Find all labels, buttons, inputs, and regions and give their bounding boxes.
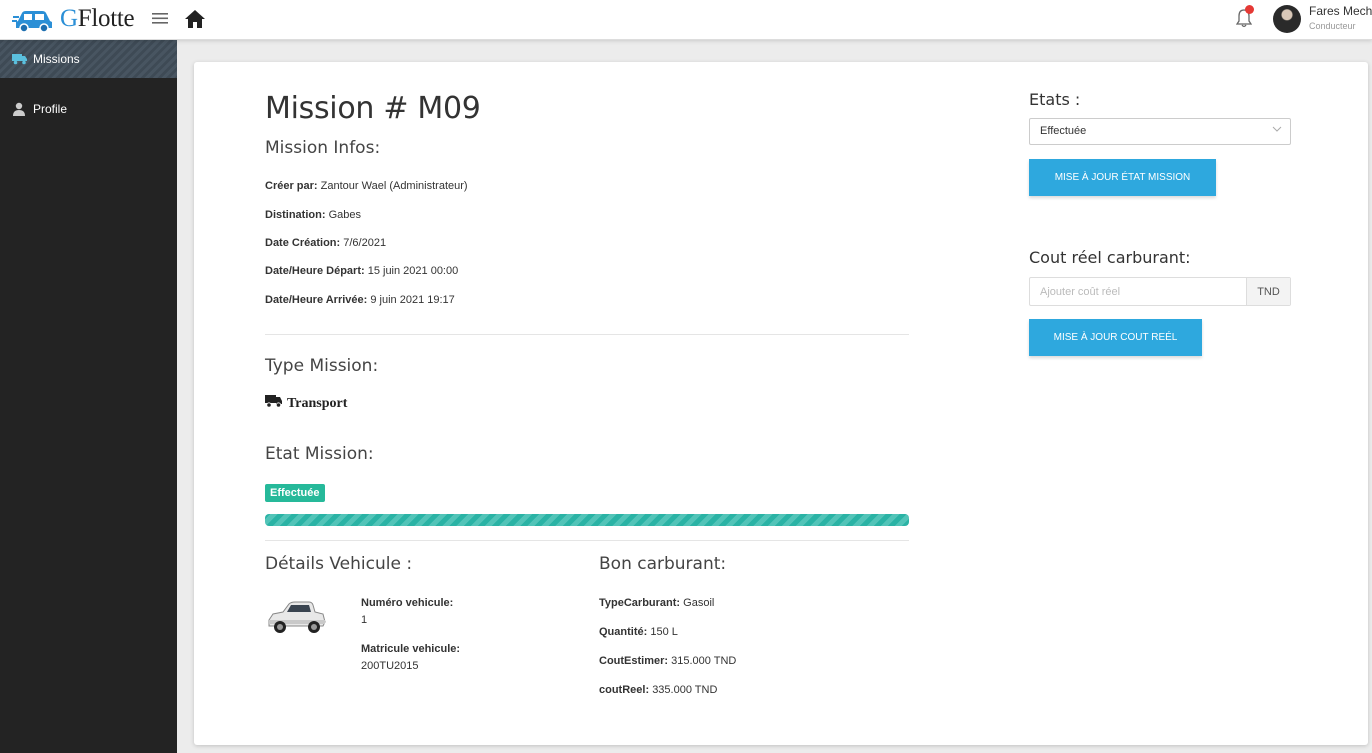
fuel-quantity-line: Quantité: 150 L bbox=[599, 626, 678, 638]
sidebar-item-profile[interactable]: Profile bbox=[0, 90, 177, 128]
mission-card: Mission # M09 Mission Infos: Créer par: … bbox=[194, 62, 1368, 745]
destination-line: Distination: Gabes bbox=[265, 209, 361, 221]
vehicle-plate: Matricule vehicule: 200TU2015 bbox=[361, 643, 461, 672]
menu-toggle-icon[interactable] bbox=[152, 10, 168, 31]
fuel-type-line: TypeCarburant: Gasoil bbox=[599, 597, 715, 609]
truck-icon bbox=[265, 394, 283, 413]
vehicle-image bbox=[265, 594, 327, 643]
update-cout-button[interactable]: Mise à jour cout reél bbox=[1029, 319, 1202, 356]
avatar[interactable] bbox=[1273, 5, 1301, 33]
vehicule-heading: Détails Vehicule : bbox=[265, 554, 413, 574]
real-cost-line: coutReel: 335.000 TND bbox=[599, 684, 718, 696]
sidebar-item-missions[interactable]: Missions bbox=[0, 40, 177, 78]
divider bbox=[265, 540, 909, 541]
type-mission-value: Transport bbox=[265, 394, 347, 413]
estimated-cost-line: CoutEstimer: 315.000 TND bbox=[599, 655, 737, 667]
brand-name: GFlotte bbox=[60, 5, 135, 32]
sidebar-item-label: Missions bbox=[33, 52, 80, 66]
etat-mission-heading: Etat Mission: bbox=[265, 444, 374, 464]
user-role: Conducteur bbox=[1309, 21, 1356, 31]
sidebar-item-label: Profile bbox=[33, 102, 68, 116]
status-badge: Effectuée bbox=[265, 484, 325, 502]
type-mission-heading: Type Mission: bbox=[265, 356, 379, 376]
cout-reel-input[interactable] bbox=[1030, 278, 1246, 305]
notification-dot bbox=[1245, 5, 1254, 14]
etats-heading: Etats : bbox=[1029, 90, 1081, 109]
currency-addon: TND bbox=[1246, 278, 1290, 305]
brand-logo[interactable]: GFlotte bbox=[12, 5, 135, 33]
user-name: Fares Mechri bbox=[1309, 4, 1372, 18]
divider bbox=[265, 334, 909, 335]
home-icon[interactable] bbox=[184, 9, 206, 34]
top-navbar: GFlotte Fares Mechri Conducteur bbox=[0, 0, 1372, 40]
truck-icon bbox=[12, 53, 29, 65]
page-title: Mission # M09 bbox=[265, 91, 481, 126]
notification-bell-icon[interactable] bbox=[1235, 5, 1254, 33]
date-depart-line: Date/Heure Départ: 15 juin 2021 00:00 bbox=[265, 265, 459, 277]
etat-select[interactable]: Effectuée bbox=[1029, 118, 1291, 145]
date-creation-line: Date Création: 7/6/2021 bbox=[265, 237, 387, 249]
user-menu[interactable]: Fares Mechri Conducteur bbox=[1309, 4, 1372, 31]
update-etat-button[interactable]: Mise à jour état mission bbox=[1029, 159, 1216, 196]
created-by-line: Créer par: Zantour Wael (Administrateur) bbox=[265, 180, 468, 192]
vehicle-number: Numéro vehicule: 1 bbox=[361, 597, 454, 626]
cout-reel-input-group: TND bbox=[1029, 277, 1291, 306]
car-logo-icon bbox=[12, 5, 56, 33]
bon-carburant-heading: Bon carburant: bbox=[599, 554, 727, 574]
user-icon bbox=[12, 102, 29, 116]
sidebar: Missions Profile bbox=[0, 40, 177, 753]
date-arrivee-line: Date/Heure Arrivée: 9 juin 2021 19:17 bbox=[265, 294, 455, 306]
chevron-down-icon bbox=[1272, 124, 1282, 137]
cout-reel-heading: Cout réel carburant: bbox=[1029, 248, 1191, 267]
mission-progress-bar bbox=[265, 514, 909, 526]
mission-infos-heading: Mission Infos: bbox=[265, 138, 381, 158]
